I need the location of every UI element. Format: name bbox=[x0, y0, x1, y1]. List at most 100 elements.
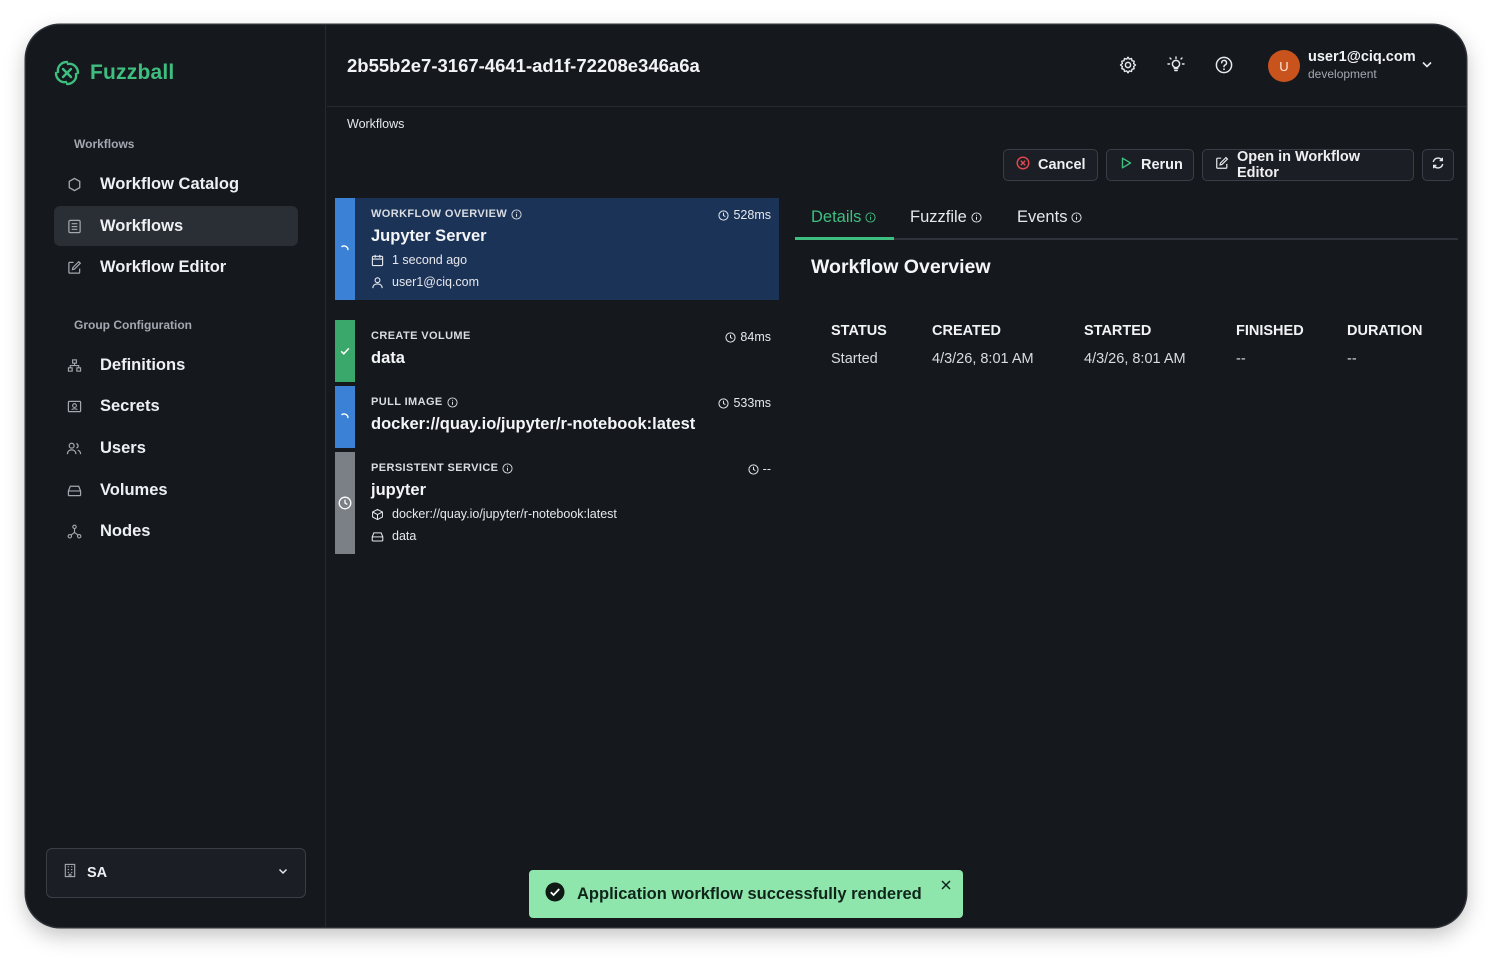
active-tab-indicator bbox=[795, 237, 894, 240]
column-header-duration: DURATION bbox=[1347, 323, 1423, 339]
step-card-persistent-service[interactable]: PERSISTENT SERVICE -- jupyter docker://q… bbox=[335, 452, 779, 554]
step-duration-value: 84ms bbox=[740, 330, 771, 344]
step-name: data bbox=[371, 349, 405, 367]
duration-value: -- bbox=[1347, 351, 1357, 367]
step-user-value: user1@ciq.com bbox=[392, 275, 480, 289]
step-card-pull-image[interactable]: PULL IMAGE 533ms docker://quay.io/jupyte… bbox=[335, 386, 779, 448]
clock-icon bbox=[338, 496, 352, 510]
user-avatar[interactable]: U bbox=[1268, 50, 1300, 82]
started-value: 4/3/26, 8:01 AM bbox=[1084, 351, 1186, 367]
step-created: 1 second ago bbox=[371, 253, 467, 267]
tab-fuzzfile[interactable]: Fuzzfile bbox=[910, 208, 982, 227]
step-type-label: PULL IMAGE bbox=[371, 396, 443, 408]
chevron-down-icon bbox=[277, 864, 289, 882]
step-duration-value: -- bbox=[762, 462, 771, 476]
step-type: PERSISTENT SERVICE bbox=[371, 462, 513, 474]
step-volume: data bbox=[371, 529, 416, 543]
edit-icon bbox=[1215, 156, 1229, 174]
sidebar-item-workflows[interactable]: Workflows bbox=[54, 206, 298, 246]
step-image: docker://quay.io/jupyter/r-notebook:late… bbox=[371, 507, 617, 521]
spinner-icon bbox=[341, 245, 349, 251]
sidebar-item-label: Volumes bbox=[100, 480, 168, 499]
check-icon bbox=[340, 347, 350, 355]
step-type: WORKFLOW OVERVIEW bbox=[371, 208, 522, 220]
tab-events[interactable]: Events bbox=[1017, 208, 1082, 227]
section-group-label: Group Configuration bbox=[74, 318, 192, 332]
step-user: user1@ciq.com bbox=[371, 275, 479, 289]
users-icon bbox=[66, 440, 82, 456]
sidebar: Fuzzball Workflows Workflow Catalog Work… bbox=[26, 25, 326, 927]
step-type-label: WORKFLOW OVERVIEW bbox=[371, 208, 508, 220]
user-email: user1@ciq.com bbox=[1308, 49, 1416, 65]
status-value: Started bbox=[831, 351, 878, 367]
step-name: Jupyter Server bbox=[371, 227, 487, 245]
status-bar-running bbox=[335, 198, 355, 300]
sidebar-item-volumes[interactable]: Volumes bbox=[54, 470, 298, 510]
open-in-workflow-editor-button[interactable]: Open in Workflow Editor bbox=[1202, 149, 1414, 181]
edit-icon bbox=[66, 259, 82, 275]
info-icon[interactable] bbox=[502, 462, 513, 474]
status-bar-success bbox=[335, 320, 355, 382]
tab-details[interactable]: Details bbox=[811, 208, 876, 227]
list-icon bbox=[66, 218, 82, 234]
sidebar-item-secrets[interactable]: Secrets bbox=[54, 386, 298, 426]
sidebar-item-label: Users bbox=[100, 438, 146, 457]
info-icon[interactable] bbox=[447, 396, 458, 408]
rerun-button[interactable]: Rerun bbox=[1106, 149, 1194, 181]
play-icon bbox=[1119, 156, 1133, 174]
cancel-button[interactable]: Cancel bbox=[1003, 149, 1098, 181]
info-icon bbox=[971, 212, 982, 223]
sidebar-item-users[interactable]: Users bbox=[54, 428, 298, 468]
sidebar-item-label: Workflow Editor bbox=[100, 257, 227, 276]
sidebar-item-label: Nodes bbox=[100, 521, 151, 540]
user-menu-chevron-down-icon[interactable] bbox=[1420, 57, 1434, 71]
theme-lightbulb-icon[interactable] bbox=[1166, 55, 1186, 75]
sidebar-item-workflow-editor[interactable]: Workflow Editor bbox=[54, 247, 298, 287]
step-image-value: docker://quay.io/jupyter/r-notebook:late… bbox=[392, 507, 617, 521]
sidebar-item-definitions[interactable]: Definitions bbox=[54, 345, 298, 385]
calendar-icon bbox=[371, 254, 384, 266]
secret-icon bbox=[66, 398, 82, 414]
settings-gear-icon[interactable] bbox=[1118, 55, 1138, 75]
created-value: 4/3/26, 8:01 AM bbox=[932, 351, 1034, 367]
rerun-button-label: Rerun bbox=[1141, 157, 1183, 173]
brand[interactable]: Fuzzball bbox=[52, 58, 174, 88]
info-icon[interactable] bbox=[511, 208, 522, 220]
cancel-button-label: Cancel bbox=[1038, 157, 1086, 173]
tab-divider bbox=[795, 238, 1458, 240]
breadcrumb-workflows[interactable]: Workflows bbox=[347, 117, 404, 131]
info-icon bbox=[865, 212, 876, 223]
sidebar-item-nodes[interactable]: Nodes bbox=[54, 511, 298, 551]
user-icon bbox=[372, 276, 383, 288]
spinner-icon bbox=[341, 413, 349, 419]
step-card-create-volume[interactable]: CREATE VOLUME 84ms data bbox=[335, 320, 779, 382]
step-duration: -- bbox=[748, 462, 771, 476]
column-header-started: STARTED bbox=[1084, 323, 1152, 339]
section-workflows-label: Workflows bbox=[74, 137, 135, 151]
status-bar-running bbox=[335, 386, 355, 448]
check-circle-icon bbox=[545, 882, 565, 907]
clock-icon bbox=[748, 463, 759, 475]
step-type-label: CREATE VOLUME bbox=[371, 330, 471, 342]
top-header: 2b55b2e7-3167-4641-ad1f-72208e346a6a U u… bbox=[327, 25, 1466, 107]
drive-icon bbox=[371, 531, 384, 541]
building-icon bbox=[63, 863, 77, 883]
step-name: docker://quay.io/jupyter/r-notebook:late… bbox=[371, 415, 696, 433]
sidebar-item-label: Secrets bbox=[100, 396, 160, 415]
sidebar-item-workflow-catalog[interactable]: Workflow Catalog bbox=[54, 164, 298, 204]
close-icon[interactable] bbox=[939, 878, 953, 892]
nodes-icon bbox=[66, 523, 82, 539]
column-header-finished: FINISHED bbox=[1236, 323, 1304, 339]
info-icon bbox=[1071, 212, 1082, 223]
step-volume-value: data bbox=[392, 529, 417, 543]
sidebar-item-label: Workflow Catalog bbox=[100, 174, 240, 193]
organization-select[interactable]: SA bbox=[46, 848, 306, 898]
step-card-workflow-overview[interactable]: WORKFLOW OVERVIEW 528ms Jupyter Server 1… bbox=[335, 198, 779, 300]
step-type: PULL IMAGE bbox=[371, 396, 458, 408]
page-title: 2b55b2e7-3167-4641-ad1f-72208e346a6a bbox=[347, 55, 700, 76]
refresh-button[interactable] bbox=[1422, 149, 1454, 181]
help-question-icon[interactable] bbox=[1214, 55, 1234, 75]
step-duration-value: 533ms bbox=[733, 396, 771, 410]
clock-icon bbox=[725, 331, 737, 343]
fuzzball-logo-icon bbox=[54, 60, 80, 86]
